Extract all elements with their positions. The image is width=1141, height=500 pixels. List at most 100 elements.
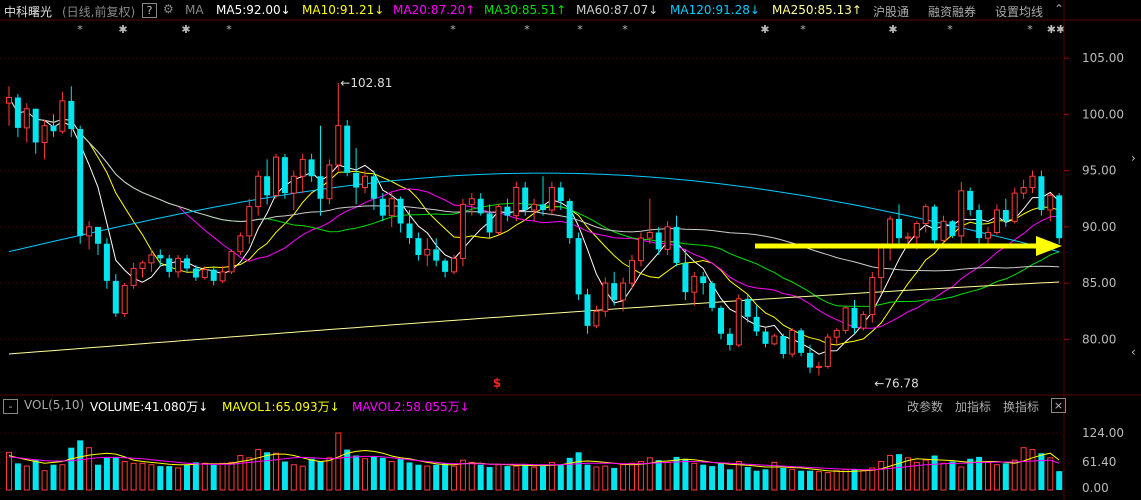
candle-body <box>709 283 716 308</box>
volume-bar <box>851 469 858 490</box>
candle-body <box>869 277 876 316</box>
volume-bar <box>95 464 101 490</box>
volume-tick-label: 0.00 <box>1082 481 1109 495</box>
volume-tick-label: 61.40 <box>1082 455 1116 469</box>
volume-bar <box>442 463 449 490</box>
candle-body <box>264 176 271 196</box>
candle-body <box>281 157 288 194</box>
candle-body <box>833 329 840 338</box>
add-indicator-button[interactable]: 加指标 <box>955 398 991 415</box>
candle-body <box>370 176 377 199</box>
candle-body <box>904 236 911 239</box>
candle-body <box>1011 192 1018 222</box>
volume-bar <box>326 457 333 491</box>
event-marker: * <box>622 23 628 36</box>
volume-bar <box>477 464 484 490</box>
volume-bar <box>308 458 315 490</box>
volume-bar <box>317 461 324 490</box>
candle-body <box>531 203 538 211</box>
candle-body <box>949 221 956 236</box>
volume-bar <box>139 462 146 491</box>
candle-body <box>842 307 849 331</box>
candle-body <box>477 198 484 214</box>
volume-bar <box>415 464 422 490</box>
volume-bar <box>59 464 66 491</box>
candle-body <box>878 246 885 278</box>
volume-header-bar: - VOL(5,10) VOLUME:41.080万↓ MAVOL1:65.09… <box>0 397 1141 415</box>
volume-bar <box>103 457 110 490</box>
volume-bar <box>878 461 885 491</box>
volume-bar <box>548 461 555 491</box>
price-tick-label: 85.00 <box>1082 276 1116 290</box>
volume-bar <box>949 461 956 490</box>
switch-indicator-button[interactable]: 换指标 <box>1003 398 1039 415</box>
candle-body <box>103 243 110 281</box>
candle-body <box>1029 175 1036 188</box>
volume-bar <box>299 465 306 491</box>
close-indicator-button[interactable]: × <box>1051 398 1066 413</box>
volume-bar <box>6 451 12 491</box>
volume-bar <box>753 470 760 490</box>
candle-body <box>255 175 262 208</box>
candle-body <box>1047 194 1054 211</box>
event-markers: * ✱ ✱ * * * * * ✱ * ✱ * * ✱✱ <box>77 23 1065 36</box>
volume-bar <box>593 466 600 491</box>
candle-body <box>789 329 796 355</box>
candle-body <box>700 276 707 284</box>
candle-body <box>958 190 965 237</box>
volume-bar <box>833 470 840 491</box>
volume-bar <box>709 466 716 490</box>
candle-body <box>148 254 155 264</box>
candle-body <box>157 255 164 259</box>
volume-bar <box>824 472 831 491</box>
candle-body <box>326 164 333 200</box>
volume-bar <box>798 470 805 490</box>
volume-bar <box>14 463 21 490</box>
candle-body <box>6 97 12 104</box>
candle-body <box>228 251 235 273</box>
volume-tick-label: 124.00 <box>1082 426 1124 440</box>
candle-body <box>815 365 822 368</box>
volume-bar <box>370 456 377 490</box>
event-marker: * <box>1027 23 1033 36</box>
candle-body <box>184 258 190 269</box>
candle-body <box>566 201 573 239</box>
kline-chart[interactable]: * ✱ ✱ * * * * * ✱ * ✱ * * ✱✱ 105.00100.0095.0090.0085… <box>0 0 1141 500</box>
candle-body <box>388 198 395 217</box>
edit-params-button[interactable]: 改参数 <box>907 398 943 415</box>
volume-bar <box>575 452 582 490</box>
candle-body <box>406 223 413 239</box>
candle-body <box>50 125 57 132</box>
candle-body <box>735 298 742 346</box>
volume-bar <box>362 458 368 491</box>
volume-bar <box>468 461 475 491</box>
volume-bar <box>993 464 1000 491</box>
candle-body <box>860 314 867 329</box>
candle-body <box>513 187 520 217</box>
candle-body <box>922 206 929 224</box>
volume-bar <box>237 455 244 491</box>
candle-body <box>495 206 502 233</box>
volume-bar <box>1002 463 1009 490</box>
volume-bar <box>904 457 911 491</box>
volume-bar <box>860 470 867 491</box>
candle-body <box>522 187 529 210</box>
candle-body <box>486 213 493 233</box>
candle-body <box>41 125 48 143</box>
candle-body <box>967 190 974 210</box>
candle-body <box>353 172 360 188</box>
candle-body <box>646 232 653 239</box>
volume-bar <box>602 465 609 491</box>
volume-bar <box>940 462 947 491</box>
candle-body <box>237 235 244 253</box>
volume-bar <box>611 467 618 490</box>
volume-bar <box>700 464 707 490</box>
volume-bar <box>1029 449 1036 491</box>
collapse-volume-button[interactable]: - <box>3 399 18 414</box>
mavol1-value: MAVOL1:65.093万↓ <box>222 400 340 414</box>
candle-body <box>593 310 600 327</box>
volume-bar <box>869 467 876 491</box>
vol-label[interactable]: VOL(5,10) <box>24 398 84 412</box>
volume-bar <box>1011 459 1018 491</box>
candle-body <box>655 232 662 250</box>
